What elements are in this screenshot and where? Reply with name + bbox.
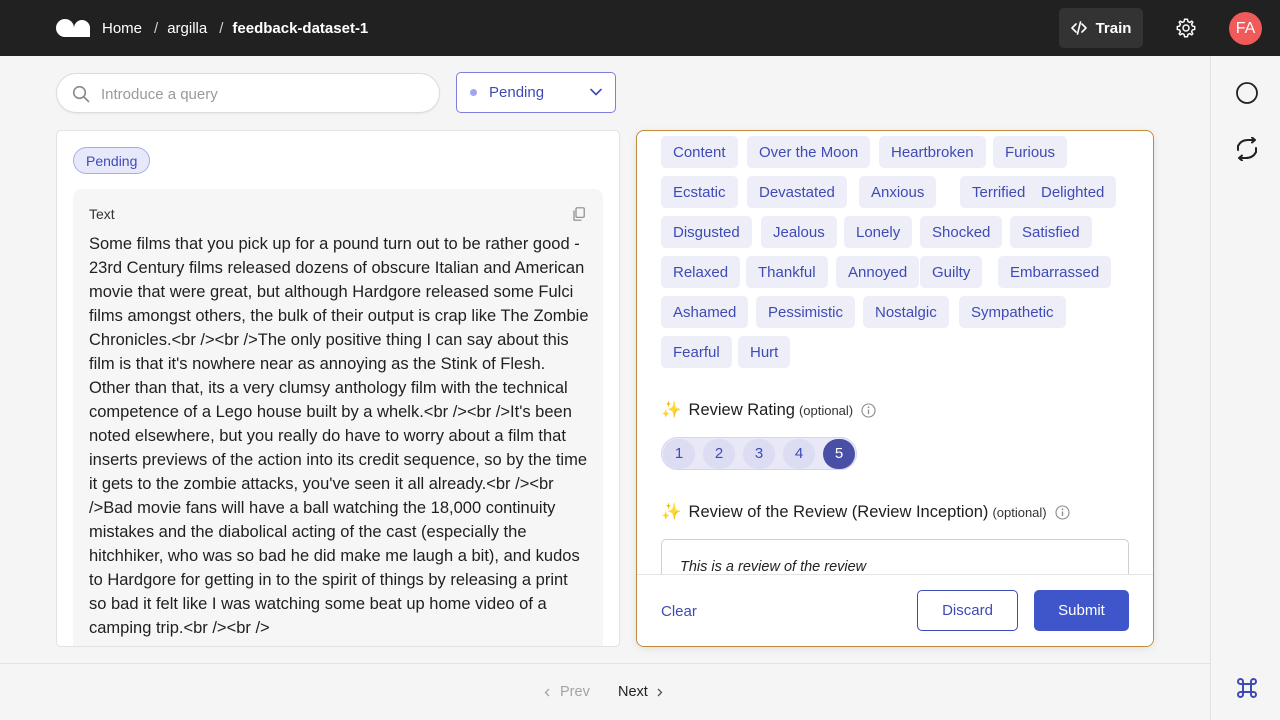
rating-option-2[interactable]: 2 [703,438,735,469]
settings-gear-icon[interactable] [1175,17,1197,39]
record-card: Pending Text Some films that you pick up… [56,130,620,647]
chevron-left-icon [544,688,550,696]
review-question-title: ✨ Review of the Review (Review Inception… [661,503,1070,522]
top-bar: Home / argilla / feedback-dataset-1 Trai… [0,0,1280,56]
emotion-option-chip[interactable]: Devastated [747,176,847,208]
chevron-right-icon [657,688,663,696]
emotion-option-chip[interactable]: Thankful [746,256,828,288]
field-title: Text [89,206,115,222]
record-status-badge: Pending [73,147,151,174]
train-button[interactable]: Train [1059,8,1143,48]
emotion-option-chip[interactable]: Satisfied [1010,216,1092,248]
info-icon[interactable] [1055,505,1070,520]
emotion-option-chip[interactable]: Anxious [859,176,937,208]
optional-label: (optional) [992,505,1047,520]
review-text-value: This is a review of the review [680,559,867,575]
prev-label: Prev [560,684,590,700]
emotion-option-chip[interactable]: Pessimistic [756,296,856,328]
chevron-down-icon [590,88,602,96]
emotion-option-chip[interactable]: Furious [993,136,1068,168]
right-sidebar [1210,56,1280,720]
rating-option-5[interactable]: 5 [823,438,855,469]
emotion-option-chip[interactable]: Fearful [661,336,732,368]
user-avatar[interactable]: FA [1229,12,1262,45]
breadcrumb: Home / argilla / feedback-dataset-1 [102,0,368,56]
breadcrumb-workspace[interactable]: argilla [167,20,207,37]
panel-footer: Clear Discard Submit [637,574,1153,646]
sparkle-icon: ✨ [661,503,682,521]
questions-panel: Content Over the Moon Heartbroken Furious Ec… [636,130,1154,647]
emotion-option-chip[interactable]: Delighted [1029,176,1117,208]
search-input[interactable] [101,82,421,106]
emotion-option-chip[interactable]: Ashamed [661,296,749,328]
submit-button[interactable]: Submit [1034,590,1129,631]
emotion-option-chip[interactable]: Lonely [844,216,913,248]
emotion-option-chip[interactable]: Disgusted [661,216,752,248]
emotion-option-chip[interactable]: Ecstatic [661,176,738,208]
emotion-option-chip[interactable]: Sympathetic [959,296,1066,328]
breadcrumb-home[interactable]: Home [102,20,142,37]
argilla-logo[interactable] [56,19,90,37]
breadcrumb-separator: / [154,19,159,37]
clear-button[interactable]: Clear [661,603,697,620]
breadcrumb-separator: / [219,19,224,37]
copy-icon[interactable] [573,207,585,221]
sparkle-icon: ✨ [661,401,682,419]
prev-button[interactable]: Prev [544,684,590,700]
rating-option-4[interactable]: 4 [783,438,815,469]
rating-scale: 1 2 3 4 5 [661,437,857,470]
rating-question-title: ✨ Review Rating (optional) [661,401,876,420]
command-shortcuts-icon[interactable] [1235,676,1259,700]
text-field: Text Some films that you pick up for a p… [73,189,603,646]
theme-toggle-icon[interactable] [1235,81,1259,105]
next-button[interactable]: Next [618,684,663,700]
emotion-option-chip[interactable]: Jealous [761,216,837,248]
rating-option-3[interactable]: 3 [743,438,775,469]
emotion-option-chip[interactable]: Content [661,136,738,168]
emotion-option-chip[interactable]: Hurt [738,336,791,368]
status-filter-label: Pending [489,84,545,101]
field-text: Some films that you pick up for a pound … [89,235,589,637]
refresh-icon[interactable] [1235,137,1259,161]
info-icon[interactable] [861,403,876,418]
rating-title: Review Rating [688,401,795,419]
emotion-option-chip[interactable]: Shocked [920,216,1003,248]
search-icon [72,85,90,103]
emotion-option-chip[interactable]: Annoyed [836,256,920,288]
emotion-option-chip[interactable]: Over the Moon [747,136,871,168]
review-title: Review of the Review (Review Inception) [688,503,989,521]
emotion-option-chip[interactable]: Nostalgic [863,296,949,328]
train-label: Train [1095,19,1132,37]
emotion-option-chip[interactable]: Heartbroken [879,136,986,168]
rating-option-1[interactable]: 1 [663,438,695,469]
status-dot [470,89,477,96]
emotion-option-chip[interactable]: Terrified [960,176,1038,208]
optional-label: (optional) [798,403,854,418]
pagination-bar: Prev Next [0,663,1210,720]
emotion-option-chip[interactable]: Embarrassed [998,256,1112,288]
emotion-option-chip[interactable]: Guilty [920,256,983,288]
status-filter-dropdown[interactable]: Pending [456,72,616,113]
emotion-option-chip[interactable]: Relaxed [661,256,741,288]
next-label: Next [618,684,648,700]
discard-button[interactable]: Discard [917,590,1018,631]
code-icon [1070,21,1087,35]
breadcrumb-dataset: feedback-dataset-1 [232,19,369,37]
search-bar [56,73,440,113]
